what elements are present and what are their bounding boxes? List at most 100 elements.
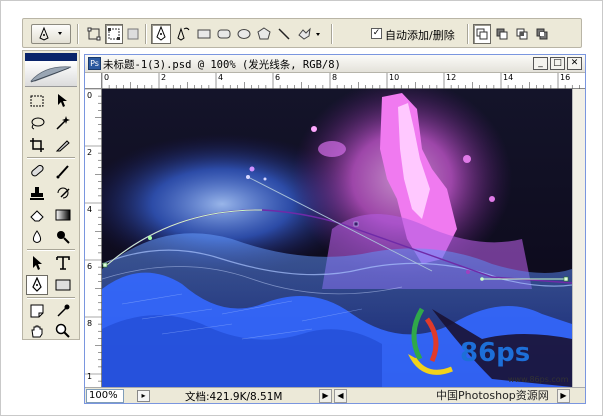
zoom-tool[interactable]: [52, 321, 74, 341]
close-button[interactable]: ✕: [567, 57, 582, 70]
bezier-handle-point[interactable]: [480, 277, 484, 281]
brush-icon: [56, 165, 69, 179]
slice-tool[interactable]: [52, 135, 74, 155]
ruler-v-label: 0: [87, 91, 93, 100]
vertical-scrollbar[interactable]: [572, 89, 585, 387]
path-selection-tool[interactable]: [26, 253, 48, 273]
bezier-handle-point[interactable]: [148, 236, 152, 240]
magic-wand-tool[interactable]: [52, 113, 74, 133]
subtract-path-area-button[interactable]: [493, 24, 511, 44]
horizontal-ruler[interactable]: 0 2 4 6 8 10 12 14 16: [102, 73, 585, 89]
polygon-icon: [257, 27, 271, 40]
exclude-overlapping-areas-button[interactable]: [533, 24, 551, 44]
vertical-ruler-ticks: [85, 89, 102, 382]
bezier-handle-point[interactable]: [246, 175, 250, 179]
anchor-point[interactable]: [563, 276, 569, 282]
status-menu-arrow[interactable]: ▶: [319, 389, 332, 403]
photoshop-feather-logo[interactable]: [25, 61, 77, 87]
marquee-tool[interactable]: [26, 91, 48, 111]
ruler-v-label: 1: [87, 372, 93, 381]
pen-icon: [39, 26, 62, 41]
vertical-ruler[interactable]: 0 2 4 6 8 1: [85, 89, 102, 387]
scroll-left-arrow[interactable]: ◀: [334, 389, 347, 403]
pen-icon: [32, 277, 42, 292]
history-brush-icon: [57, 187, 70, 199]
rectangle-tool[interactable]: [52, 275, 74, 295]
ruler-v-label: 2: [87, 148, 93, 157]
fill-pixels-button[interactable]: [125, 24, 141, 44]
status-info-icon[interactable]: ▸: [137, 390, 150, 402]
rounded-rectangle-icon: [217, 29, 231, 39]
freeform-pen-button[interactable]: [173, 24, 193, 44]
intersect-path-areas-button[interactable]: [513, 24, 531, 44]
fill-pixels-icon: [127, 28, 139, 40]
eraser-icon: [30, 210, 44, 222]
ellipse-button[interactable]: [235, 24, 253, 44]
anchor-point[interactable]: [353, 221, 359, 227]
paths-button[interactable]: [105, 24, 123, 44]
minimize-button[interactable]: _: [533, 57, 548, 70]
document-title-bar[interactable]: Ps 未标题-1(3).psd @ 100% (发光线条, RGB/8) _ □…: [85, 55, 585, 73]
add-path-area-icon: [476, 28, 488, 40]
toolbox-title-bar[interactable]: [25, 53, 77, 61]
custom-shape-button[interactable]: [295, 24, 325, 44]
document-title: 未标题-1(3).psd @ 100% (发光线条, RGB/8): [103, 59, 341, 71]
history-brush-tool[interactable]: [52, 183, 74, 203]
add-to-path-area-button[interactable]: [473, 24, 491, 44]
pen-mode-button[interactable]: [151, 24, 171, 44]
healing-brush-tool[interactable]: [26, 161, 48, 181]
note-icon: [30, 304, 44, 318]
intersect-path-areas-icon: [516, 28, 528, 40]
dodge-tool[interactable]: [52, 227, 74, 247]
ruler-v-label: 6: [87, 262, 93, 271]
bezier-handle-point[interactable]: [263, 177, 267, 181]
ruler-h-label: 0: [104, 73, 110, 82]
separator: [145, 24, 147, 44]
marquee-icon: [30, 95, 44, 107]
ruler-origin[interactable]: [85, 73, 102, 89]
brush-tool[interactable]: [52, 161, 74, 181]
pen-icon: [156, 26, 166, 41]
crop-tool[interactable]: [26, 135, 48, 155]
zoom-icon: [55, 323, 70, 338]
eraser-tool[interactable]: [26, 205, 48, 225]
line-button[interactable]: [275, 24, 293, 44]
image-canvas[interactable]: 86ps: [102, 89, 572, 387]
pen-tool[interactable]: [26, 275, 48, 295]
scroll-right-arrow[interactable]: ▶: [557, 389, 570, 403]
rounded-rectangle-button[interactable]: [215, 24, 233, 44]
separator: [77, 24, 79, 44]
lasso-tool[interactable]: [26, 113, 48, 133]
type-tool[interactable]: [52, 253, 74, 273]
hand-tool[interactable]: [26, 321, 48, 341]
polygon-button[interactable]: [255, 24, 273, 44]
move-tool[interactable]: [52, 91, 74, 111]
auto-add-delete-checkbox[interactable]: ✓: [371, 28, 382, 39]
logo-text: 86ps: [460, 338, 530, 368]
blur-tool[interactable]: [26, 227, 48, 247]
paths-icon: [108, 28, 120, 40]
eyedropper-icon: [57, 304, 70, 317]
notes-tool[interactable]: [26, 301, 48, 321]
line-icon: [278, 28, 290, 40]
bezier-handle-point[interactable]: [466, 270, 470, 274]
pen-tool-preset-picker[interactable]: [31, 24, 71, 44]
gradient-tool[interactable]: [52, 205, 74, 225]
ruler-h-label: 4: [218, 73, 224, 82]
clone-stamp-tool[interactable]: [26, 183, 48, 203]
crop-icon: [30, 138, 44, 152]
ruler-v-label: 8: [87, 319, 93, 328]
anchor-point[interactable]: [102, 262, 108, 268]
shape-layers-button[interactable]: [85, 24, 103, 44]
ruler-h-label: 2: [161, 73, 167, 82]
maximize-button[interactable]: □: [550, 57, 565, 70]
document-window: Ps 未标题-1(3).psd @ 100% (发光线条, RGB/8) _ □…: [84, 54, 586, 404]
zoom-level-field[interactable]: 100%: [86, 389, 124, 403]
subtract-path-area-icon: [496, 28, 508, 40]
custom-shape-icon: [298, 27, 320, 40]
rectangle-shape-button[interactable]: [195, 24, 213, 44]
toolbox: [22, 50, 80, 340]
ruler-h-label: 14: [503, 73, 514, 82]
eyedropper-tool[interactable]: [52, 301, 74, 321]
magic-wand-icon: [56, 116, 70, 130]
